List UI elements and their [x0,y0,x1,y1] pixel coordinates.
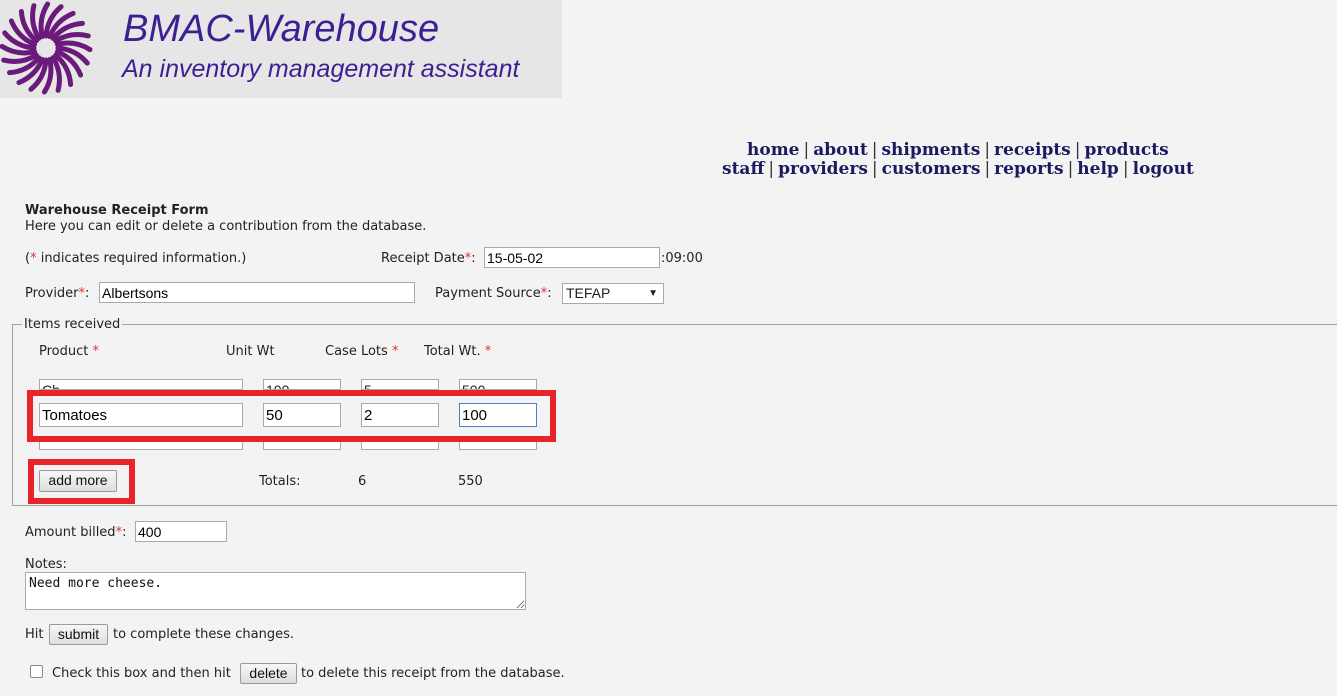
nav-link-receipts[interactable]: receipts [994,140,1071,160]
form-title: Warehouse Receipt Form [25,203,209,218]
nav-link-staff[interactable]: staff [722,159,764,179]
receipt-date-label: Receipt Date*: [381,251,476,266]
amount-billed-label: Amount billed*: [25,525,127,540]
nav-row-primary: home | about | shipments | receipts | products [747,140,1169,160]
totals-label: Totals: [259,474,301,489]
delete-button[interactable]: delete [240,663,297,684]
nav-link-logout[interactable]: logout [1133,159,1194,179]
add-more-button[interactable]: add more [39,470,117,492]
hit-label: Hit [25,627,44,642]
receipt-time: :09:00 [661,251,703,266]
nav-link-shipments[interactable]: shipments [881,140,980,160]
nav-link-products[interactable]: products [1085,140,1169,160]
submit-suffix: to complete these changes. [113,627,295,642]
submit-button[interactable]: submit [49,624,108,645]
notes-textarea[interactable] [25,572,526,610]
delete-suffix: to delete this receipt from the database… [301,666,565,681]
delete-prefix: Check this box and then hit [52,666,231,681]
column-header-unit-wt: Unit Wt [226,344,275,359]
items-legend: Items received [22,317,123,332]
site-title: BMAC-Warehouse [123,8,440,50]
nav-link-help[interactable]: help [1077,159,1119,179]
payment-source-select[interactable]: TEFAP ▼ [562,283,664,304]
chevron-down-icon: ▼ [648,288,658,299]
nav-link-about[interactable]: about [813,140,867,160]
row-1-total-wt-input[interactable]: 500 [459,379,537,390]
notes-label: Notes: [25,557,67,572]
provider-label: Provider*: [25,286,90,301]
receipt-date-input[interactable] [484,247,660,268]
nav-link-reports[interactable]: reports [994,159,1063,179]
nav-link-customers[interactable]: customers [882,159,981,179]
form-description: Here you can edit or delete a contributi… [25,219,427,234]
delete-confirm-checkbox[interactable] [30,665,43,678]
row-1-product-input[interactable]: Ch [39,379,243,390]
row-1-case-lots-input[interactable]: 5 [361,379,439,390]
column-header-total-wt: Total Wt. * [424,344,492,359]
payment-source-label: Payment Source*: [435,286,552,301]
site-subtitle: An inventory management assistant [122,55,520,83]
required-note: (* indicates required information.) [25,251,247,266]
amount-billed-input[interactable] [135,521,227,542]
highlight-item-row [27,390,556,442]
provider-input[interactable] [99,282,415,303]
column-header-case-lots: Case Lots * [325,344,399,359]
nav-row-secondary: staff | providers | customers | reports | help | l… [722,159,1194,179]
totals-case-lots: 6 [358,474,367,489]
nav-link-home[interactable]: home [747,140,800,160]
bmac-logo-icon [0,1,93,95]
totals-weight: 550 [458,474,483,489]
column-header-product: Product * [39,344,99,359]
nav-link-providers[interactable]: providers [778,159,868,179]
payment-source-value: TEFAP [566,285,611,301]
row-1-unit-wt-input[interactable]: 100 [263,379,341,390]
